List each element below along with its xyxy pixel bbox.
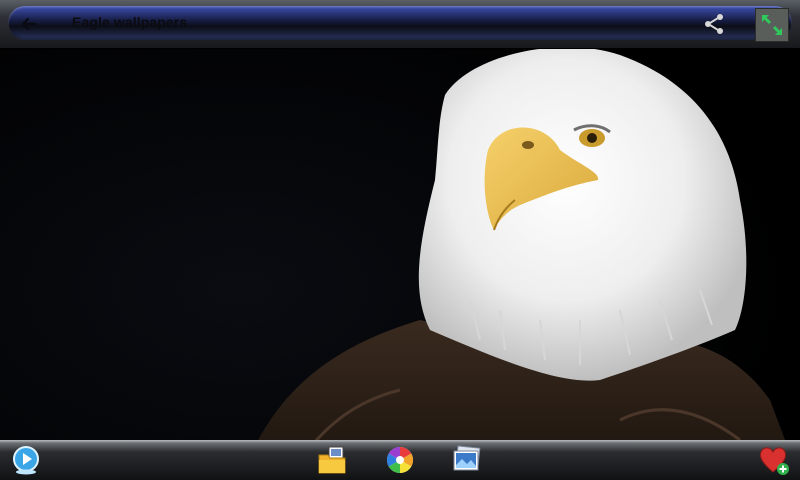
favorite-add-button[interactable] — [758, 444, 790, 476]
folder-images-icon — [318, 446, 346, 474]
share-button[interactable] — [700, 10, 728, 38]
folder-images-button[interactable] — [316, 444, 348, 476]
color-wheel-button[interactable] — [384, 444, 416, 476]
top-action-bar: Eagle wallpapers — [0, 0, 800, 48]
set-wallpaper-button[interactable] — [451, 444, 483, 476]
play-slideshow-icon — [13, 446, 39, 475]
fullscreen-button[interactable] — [755, 8, 789, 42]
wallpaper-viewer: Eagle wallpapers — [0, 0, 800, 480]
share-icon — [705, 14, 723, 34]
color-wheel-icon — [386, 446, 414, 474]
slideshow-button[interactable] — [10, 444, 42, 476]
arrow-left-icon — [21, 17, 37, 31]
eagle-wallpaper-image[interactable] — [0, 0, 800, 480]
expand-arrows-icon — [761, 14, 783, 36]
set-wallpaper-icon — [453, 445, 481, 471]
favorite-add-icon — [759, 447, 789, 475]
app-title: Eagle wallpapers — [72, 14, 188, 30]
back-button[interactable] — [14, 10, 44, 38]
